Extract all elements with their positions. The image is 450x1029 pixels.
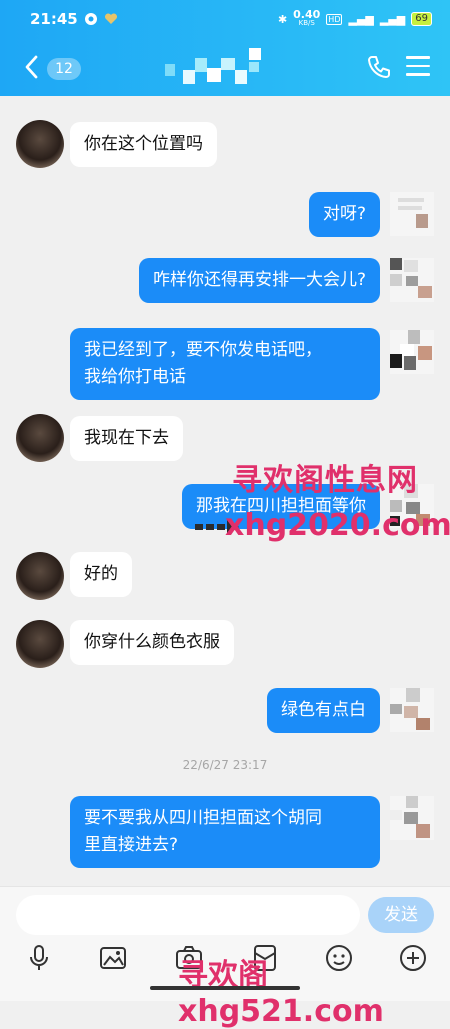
chevron-left-icon[interactable] [22, 54, 42, 80]
menu-icon[interactable] [406, 56, 430, 78]
speed-value: 0.40 [293, 8, 321, 21]
send-button[interactable]: 发送 [368, 897, 434, 933]
speed-unit: KB/S [298, 19, 315, 27]
my-avatar-censored[interactable] [390, 192, 434, 236]
status-right: ✱ 0.40 KB/S HD ▂▄▆ ▂▄▆ 69 [277, 8, 432, 28]
unread-count-badge: 12 [47, 58, 81, 80]
phone-icon[interactable] [366, 54, 392, 80]
contact-avatar[interactable] [16, 120, 64, 168]
my-avatar-censored[interactable] [390, 258, 434, 302]
microphone-icon[interactable] [24, 943, 54, 973]
bluetooth-icon: ✱ [277, 12, 288, 26]
heart-notification-icon [104, 13, 118, 24]
contact-avatar[interactable] [16, 414, 64, 462]
message-bubble-outgoing[interactable]: 要不要我从四川担担面这个胡同 里直接进去? [70, 796, 380, 868]
message-bubble-incoming[interactable]: 你在这个位置吗 [70, 122, 217, 167]
message-input[interactable] [16, 895, 360, 935]
message-timestamp: 22/6/27 23:17 [182, 758, 268, 772]
message-bubble-incoming[interactable]: 我现在下去 [70, 416, 183, 461]
message-bubble-outgoing[interactable]: 我已经到了，要不你发电话吧， 我给你打电话 [70, 328, 380, 400]
contact-avatar[interactable] [16, 552, 64, 600]
app-notification-icon [85, 13, 97, 25]
watermark-url: xhg2020.com [225, 508, 450, 543]
image-icon[interactable] [98, 943, 128, 973]
message-bubble-outgoing[interactable]: 咋样你还得再安排一大会儿? [138, 258, 380, 303]
network-speed: 0.40 KB/S [293, 8, 321, 28]
my-avatar-censored[interactable] [390, 796, 434, 840]
wifi-icon: ▂▄▆ [379, 12, 406, 26]
contact-name-censored [165, 48, 275, 88]
message-bubble-incoming[interactable]: 你穿什么颜色衣服 [70, 620, 234, 665]
message-bubble-outgoing[interactable]: 绿色有点白 [267, 688, 380, 733]
my-avatar-censored[interactable] [390, 688, 434, 732]
battery-indicator: 69 [411, 12, 432, 26]
contact-avatar[interactable] [16, 620, 64, 668]
home-indicator[interactable] [150, 986, 300, 990]
watermark-text: 寻欢阁性息网 [232, 463, 418, 498]
signal-icon: ▂▄▆ [348, 12, 374, 26]
top-bar: 21:45 ✱ 0.40 KB/S HD ▂▄▆ ▂▄▆ 69 12 [0, 0, 450, 96]
message-bubble-incoming[interactable]: 好的 [70, 552, 132, 597]
hd-badge: HD [326, 13, 343, 25]
my-avatar-censored[interactable] [390, 330, 434, 374]
status-bar: 21:45 ✱ 0.40 KB/S HD ▂▄▆ ▂▄▆ 69 [0, 0, 450, 38]
chat-header: 12 [0, 38, 450, 96]
message-bubble-outgoing[interactable]: 对呀? [308, 192, 380, 237]
status-time: 21:45 [30, 10, 78, 28]
